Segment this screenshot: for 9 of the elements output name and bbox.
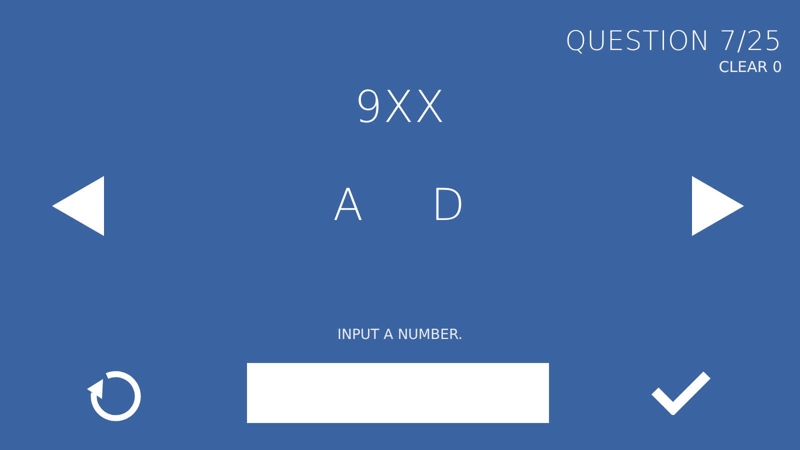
answer-field[interactable] — [247, 363, 549, 423]
letter-choice: D — [430, 180, 466, 232]
code-text: 9XX — [354, 82, 446, 134]
question-counter: QUESTION 7/25 — [565, 26, 782, 58]
clear-counter: CLEAR 0 — [718, 58, 782, 76]
letter-choice: A — [332, 180, 364, 232]
previous-button[interactable] — [52, 175, 104, 237]
hint-text: INPUT A NUMBER. — [337, 326, 463, 344]
next-button[interactable] — [692, 175, 744, 237]
